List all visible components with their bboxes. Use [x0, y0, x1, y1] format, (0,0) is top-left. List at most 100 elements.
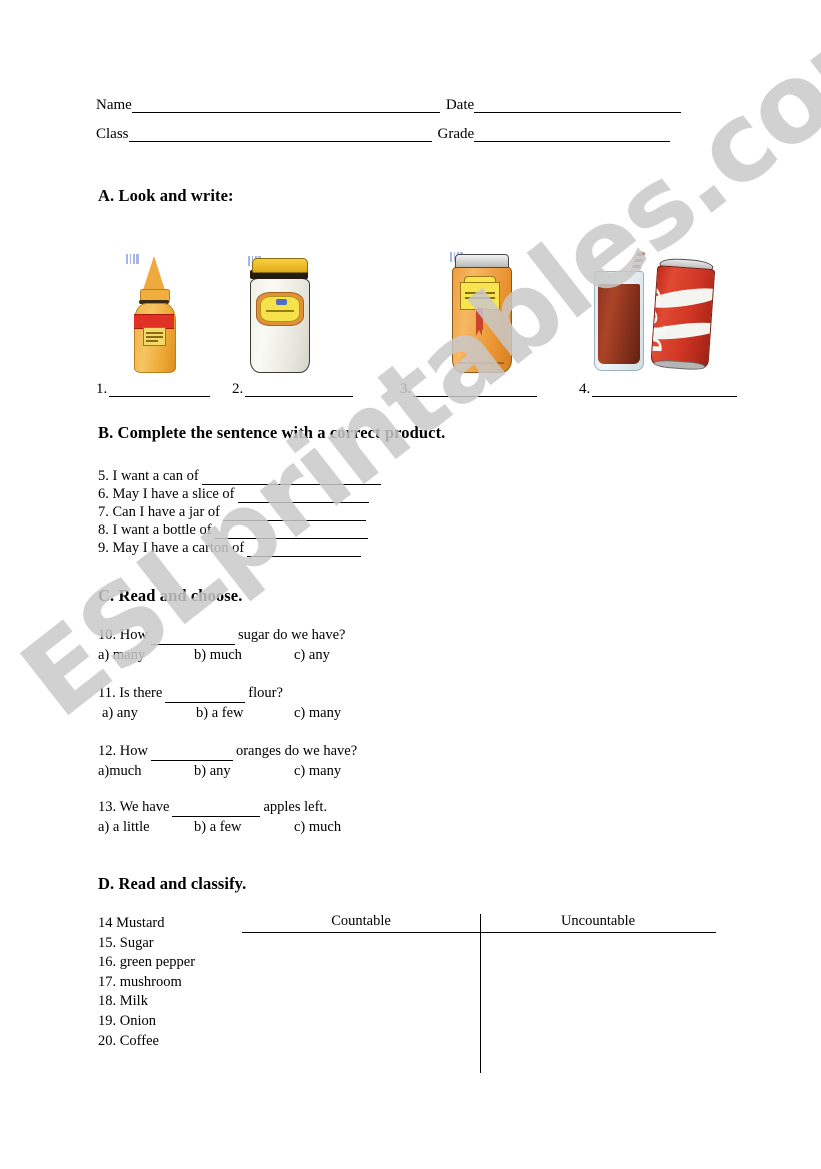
- jam-jar-lid: [455, 254, 509, 268]
- option-c[interactable]: c) many: [294, 761, 341, 781]
- question-suffix: sugar do we have?: [237, 627, 346, 643]
- section-a-answer-blanks: 1. 2. 3. 4.: [96, 381, 738, 404]
- question-blank[interactable]: [165, 687, 246, 703]
- jam-jar-label: [460, 282, 500, 310]
- question-prefix: 13. We have: [98, 799, 170, 815]
- option-b[interactable]: b) a few: [196, 703, 244, 723]
- column-header-countable: Countable: [331, 913, 391, 929]
- section-a-heading: A. Look and write:: [98, 186, 234, 205]
- answer-number: 3.: [400, 381, 412, 397]
- list-item[interactable]: 9. May I have a carton of: [98, 539, 518, 557]
- question-options: a) a little b) a few c) much: [98, 817, 518, 837]
- question-text: 10. How sugar do we have?: [98, 626, 518, 645]
- answer-line[interactable]: [214, 523, 368, 539]
- section-a-pictures: Cola: [98, 236, 738, 373]
- answer-line[interactable]: [247, 541, 362, 557]
- barcode-tag-icon: [126, 254, 139, 264]
- sentence-text: 7. Can I have a jar of: [98, 504, 220, 520]
- question-options: a) any b) a few c) many: [98, 703, 518, 723]
- question-13: 13. We have apples left. a) a little b) …: [98, 798, 518, 837]
- option-b[interactable]: b) a few: [194, 817, 242, 837]
- date-label: Date: [445, 97, 475, 113]
- bottle-label: [143, 327, 166, 346]
- answer-number: 2.: [232, 381, 244, 397]
- column-header-uncountable: Uncountable: [560, 913, 636, 929]
- question-prefix: 12. How: [98, 743, 148, 759]
- cola-liquid: [598, 284, 640, 364]
- question-prefix: 11. Is there: [98, 685, 163, 701]
- option-b[interactable]: b) any: [194, 761, 231, 781]
- name-input-line[interactable]: [131, 98, 440, 113]
- class-label: Class: [96, 126, 129, 142]
- worksheet-page: ESLprintables.com Name Date Class Grade …: [0, 0, 821, 1169]
- option-b[interactable]: b) much: [194, 645, 242, 665]
- class-input-line[interactable]: [128, 127, 432, 142]
- mayo-jar-label-inner: [260, 296, 300, 322]
- grade-label: Grade: [437, 126, 475, 142]
- question-12: 12. How oranges do we have? a)much b) an…: [98, 742, 518, 781]
- jam-jar-ribbon: [476, 308, 483, 336]
- mustard-bottle-image: [126, 254, 182, 373]
- mayo-jar-label: [256, 292, 304, 326]
- soda-can-body: Cola: [650, 265, 716, 369]
- section-b-heading: B. Complete the sentence with a correct …: [98, 423, 446, 442]
- jam-jar-base-line: [458, 362, 504, 364]
- jam-jar-image: [450, 252, 512, 373]
- question-text: 11. Is there flour?: [98, 684, 518, 703]
- question-options: a) many b) much c) any: [98, 645, 518, 665]
- answer-number: 4.: [579, 381, 591, 397]
- answer-blank-3[interactable]: 3.: [400, 381, 538, 397]
- list-item[interactable]: 8. I want a bottle of: [98, 521, 518, 539]
- answer-line[interactable]: [413, 383, 538, 397]
- answer-line[interactable]: [109, 383, 211, 397]
- sentence-text: 6. May I have a slice of: [98, 486, 235, 502]
- sentence-text: 9. May I have a carton of: [98, 540, 245, 556]
- answer-blank-1[interactable]: 1.: [96, 381, 211, 397]
- question-suffix: oranges do we have?: [235, 743, 358, 759]
- answer-blank-4[interactable]: 4.: [579, 381, 738, 397]
- option-c[interactable]: c) any: [294, 645, 330, 665]
- option-a[interactable]: a) a little: [98, 817, 150, 837]
- option-a[interactable]: a) many: [98, 645, 145, 665]
- question-text: 13. We have apples left.: [98, 798, 518, 817]
- option-c[interactable]: c) much: [294, 817, 341, 837]
- answer-line[interactable]: [245, 383, 354, 397]
- question-10: 10. How sugar do we have? a) many b) muc…: [98, 626, 518, 665]
- section-c-heading: C. Read and choose.: [98, 586, 243, 605]
- question-blank[interactable]: [150, 745, 233, 761]
- grade-input-line[interactable]: [474, 127, 671, 142]
- section-d-heading: D. Read and classify.: [98, 874, 247, 893]
- question-suffix: flour?: [248, 685, 283, 701]
- question-blank[interactable]: [172, 801, 261, 817]
- section-b-items: 5. I want a can of 6. May I have a slice…: [98, 467, 518, 557]
- answer-line[interactable]: [223, 505, 366, 521]
- sentence-text: 8. I want a bottle of: [98, 522, 212, 538]
- list-item[interactable]: 5. I want a can of: [98, 467, 518, 485]
- table-header-rule: [242, 932, 716, 933]
- mayo-jar-label-badge: [276, 299, 287, 305]
- option-a[interactable]: a) any: [102, 703, 138, 723]
- name-label: Name: [96, 97, 132, 113]
- question-suffix: apples left.: [263, 799, 328, 815]
- question-11: 11. Is there flour? a) any b) a few c) m…: [98, 684, 518, 723]
- cola-glass-and-can-image: Cola: [592, 249, 737, 371]
- mayonnaise-jar-image: [248, 256, 310, 373]
- option-c[interactable]: c) many: [294, 703, 341, 723]
- list-item[interactable]: 6. May I have a slice of: [98, 485, 518, 503]
- answer-line[interactable]: [201, 469, 381, 485]
- classification-table: Countable Uncountable: [242, 912, 716, 1074]
- header-row-name-date: Name Date: [96, 97, 726, 113]
- header-row-class-grade: Class Grade: [96, 126, 726, 142]
- mayo-jar-lid: [252, 258, 308, 273]
- date-input-line[interactable]: [474, 98, 682, 113]
- answer-number: 1.: [96, 381, 108, 397]
- question-blank[interactable]: [150, 629, 235, 645]
- sentence-text: 5. I want a can of: [98, 468, 199, 484]
- answer-blank-2[interactable]: 2.: [232, 381, 354, 397]
- list-item[interactable]: 7. Can I have a jar of: [98, 503, 518, 521]
- question-text: 12. How oranges do we have?: [98, 742, 518, 761]
- question-options: a)much b) any c) many: [98, 761, 518, 781]
- option-a[interactable]: a)much: [98, 761, 141, 781]
- answer-line[interactable]: [592, 383, 738, 397]
- answer-line[interactable]: [237, 487, 369, 503]
